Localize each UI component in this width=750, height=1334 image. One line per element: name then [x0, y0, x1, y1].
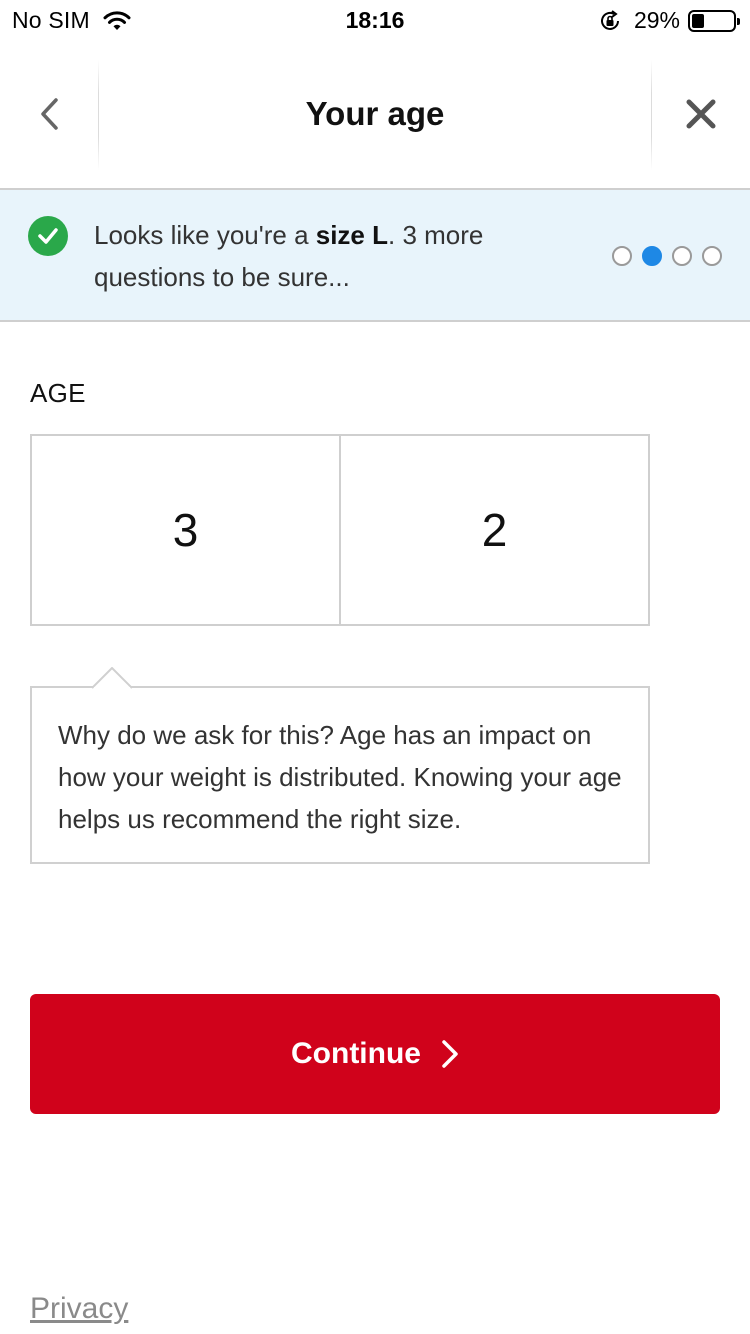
age-input[interactable]: 3 2 [30, 434, 650, 626]
status-right: 29% [598, 7, 740, 34]
close-button[interactable] [652, 56, 750, 172]
battery-percent: 29% [633, 7, 680, 33]
progress-dot [612, 246, 632, 266]
continue-button[interactable]: Continue [30, 994, 720, 1114]
continue-label: Continue [291, 1037, 421, 1070]
chevron-right-icon [442, 1040, 458, 1068]
age-label: AGE [30, 378, 86, 408]
close-icon [686, 99, 716, 129]
back-button[interactable] [0, 56, 98, 172]
info-tooltip: Why do we ask for this? Age has an impac… [30, 667, 650, 864]
battery-fill [692, 13, 704, 28]
check-circle-icon [28, 216, 68, 256]
battery-icon [688, 9, 740, 32]
progress-dot [672, 246, 692, 266]
tooltip-arrow [92, 667, 132, 689]
banner-text-before: Looks like you're a [94, 220, 316, 250]
age-digit-1[interactable]: 3 [32, 436, 339, 624]
rotation-lock-icon [600, 9, 619, 30]
info-text: Why do we ask for this? Age has an impac… [58, 720, 622, 834]
age-digit-2[interactable]: 2 [339, 436, 648, 624]
banner-size: size L [315, 220, 388, 250]
size-banner: Looks like you're a size L. 3 more quest… [0, 190, 750, 322]
progress-dots [602, 246, 722, 266]
progress-dot-active [642, 246, 662, 266]
nav-header: Your age [0, 56, 750, 190]
progress-dot [702, 246, 722, 266]
header-divider-left [98, 60, 99, 170]
page-title: Your age [305, 95, 445, 132]
status-bar: No SIM 18:16 29% [0, 0, 750, 42]
banner-message: Looks like you're a size L. 3 more quest… [94, 214, 564, 298]
chevron-left-icon [41, 98, 58, 130]
privacy-link[interactable]: Privacy [30, 1292, 128, 1326]
